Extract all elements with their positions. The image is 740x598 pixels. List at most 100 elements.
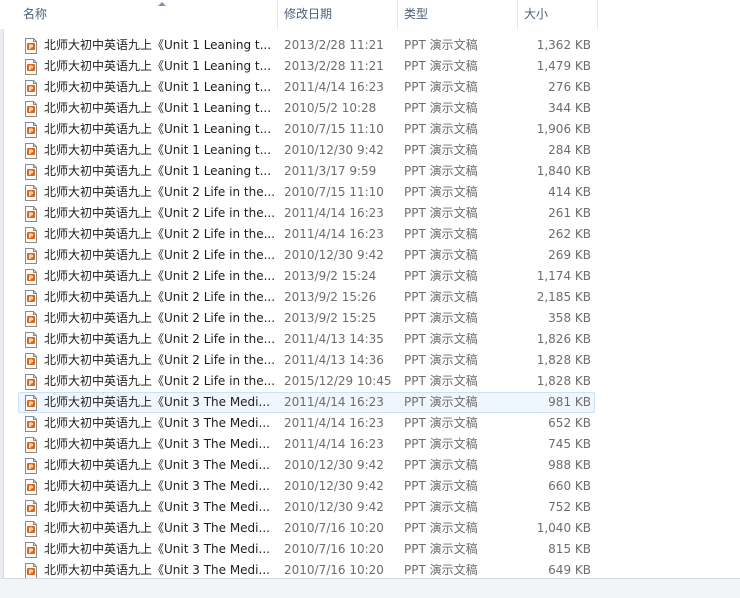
file-row[interactable]: P 北师大初中英语九上《Unit 1 Leaning t... 2010/7/15 … [18, 119, 595, 140]
svg-text:P: P [29, 65, 34, 72]
file-row[interactable]: P 北师大初中英语九上《Unit 3 The Medi... 2010/7/16 1… [18, 539, 595, 560]
file-size: 1,479 KB [536, 59, 591, 73]
file-row[interactable]: P 北师大初中英语九上《Unit 1 Leaning t... 2010/12/30… [18, 140, 595, 161]
ppt-file-icon: P [24, 164, 38, 180]
file-row[interactable]: P 北师大初中英语九上《Unit 3 The Medi... 2011/4/14 1… [18, 392, 595, 413]
file-size: 1,906 KB [536, 122, 591, 136]
file-size: 276 KB [548, 80, 591, 94]
svg-text:P: P [29, 86, 34, 93]
file-row[interactable]: P 北师大初中英语九上《Unit 3 The Medi... 2010/12/30 … [18, 497, 595, 518]
file-row[interactable]: P 北师大初中英语九上《Unit 2 Life in the... 2010/7/1… [18, 182, 595, 203]
file-name: 北师大初中英语九上《Unit 2 Life in the... [44, 311, 276, 325]
file-date-modified: 2015/12/29 10:45 [284, 374, 392, 388]
svg-text:P: P [29, 443, 34, 450]
file-type: PPT 演示文稿 [404, 185, 478, 199]
ppt-file-icon: P [24, 311, 38, 327]
svg-text:P: P [29, 254, 34, 261]
file-name: 北师大初中英语九上《Unit 3 The Medi... [44, 521, 270, 535]
file-row[interactable]: P 北师大初中英语九上《Unit 1 Leaning t... 2013/2/28 … [18, 35, 595, 56]
file-name: 北师大初中英语九上《Unit 1 Leaning t... [44, 143, 272, 157]
file-name: 北师大初中英语九上《Unit 1 Leaning t... [44, 164, 272, 178]
svg-text:P: P [29, 527, 34, 534]
file-date-modified: 2010/12/30 9:42 [284, 143, 384, 157]
file-row[interactable]: P 北师大初中英语九上《Unit 3 The Medi... 2010/12/30 … [18, 455, 595, 476]
column-header-size-label: 大小 [524, 7, 549, 21]
file-row[interactable]: P 北师大初中英语九上《Unit 2 Life in the... 2011/4/1… [18, 224, 595, 245]
file-type: PPT 演示文稿 [404, 479, 478, 493]
file-size: 261 KB [548, 206, 591, 220]
file-row[interactable]: P 北师大初中英语九上《Unit 1 Leaning t... 2011/4/14 … [18, 77, 595, 98]
file-date-modified: 2011/3/17 9:59 [284, 164, 377, 178]
ppt-file-icon: P [24, 458, 38, 474]
column-header-date-label: 修改日期 [284, 7, 333, 21]
file-name: 北师大初中英语九上《Unit 2 Life in the... [44, 353, 276, 367]
file-row[interactable]: P 北师大初中英语九上《Unit 2 Life in the... 2011/4/1… [18, 350, 595, 371]
file-name: 北师大初中英语九上《Unit 3 The Medi... [44, 479, 270, 493]
ppt-file-icon: P [24, 437, 38, 453]
column-header-size[interactable]: 大小 [518, 0, 598, 29]
file-date-modified: 2010/12/30 9:42 [284, 248, 384, 262]
file-row[interactable]: P 北师大初中英语九上《Unit 2 Life in the... 2013/9/2… [18, 308, 595, 329]
svg-text:P: P [29, 380, 34, 387]
file-row[interactable]: P 北师大初中英语九上《Unit 2 Life in the... 2011/4/1… [18, 329, 595, 350]
file-date-modified: 2013/9/2 15:24 [284, 269, 377, 283]
ppt-file-icon: P [24, 59, 38, 75]
file-date-modified: 2010/12/30 9:42 [284, 458, 384, 472]
file-size: 988 KB [548, 458, 591, 472]
file-size: 262 KB [548, 227, 591, 241]
ppt-file-icon: P [24, 38, 38, 54]
file-date-modified: 2011/4/14 16:23 [284, 80, 384, 94]
file-type: PPT 演示文稿 [404, 164, 478, 178]
file-size: 815 KB [548, 542, 591, 556]
file-row[interactable]: P 北师大初中英语九上《Unit 1 Leaning t... 2010/5/2 1… [18, 98, 595, 119]
file-date-modified: 2010/12/30 9:42 [284, 479, 384, 493]
column-header-name[interactable]: 名称 [17, 0, 278, 29]
file-size: 981 KB [548, 395, 591, 409]
ppt-file-icon: P [24, 521, 38, 537]
file-date-modified: 2010/5/2 10:28 [284, 101, 377, 115]
sort-ascending-icon [158, 2, 166, 6]
file-date-modified: 2010/7/16 10:20 [284, 521, 384, 535]
svg-text:P: P [29, 569, 34, 576]
svg-text:P: P [29, 233, 34, 240]
file-size: 414 KB [548, 185, 591, 199]
svg-text:P: P [29, 464, 34, 471]
navigation-pane-edge [0, 29, 4, 578]
column-header-type[interactable]: 类型 [398, 0, 518, 29]
svg-text:P: P [29, 296, 34, 303]
file-row[interactable]: P 北师大初中英语九上《Unit 3 The Medi... 2010/12/30 … [18, 476, 595, 497]
file-row[interactable]: P 北师大初中英语九上《Unit 3 The Medi... 2010/7/16 1… [18, 518, 595, 539]
file-size: 1,362 KB [536, 38, 591, 52]
file-row[interactable]: P 北师大初中英语九上《Unit 1 Leaning t... 2011/3/17 … [18, 161, 595, 182]
file-row[interactable]: P 北师大初中英语九上《Unit 2 Life in the... 2011/4/1… [18, 203, 595, 224]
file-size: 2,185 KB [536, 290, 591, 304]
file-size: 358 KB [548, 311, 591, 325]
ppt-file-icon: P [24, 290, 38, 306]
svg-text:P: P [29, 359, 34, 366]
file-date-modified: 2011/4/14 16:23 [284, 437, 384, 451]
column-header-date[interactable]: 修改日期 [278, 0, 398, 29]
file-row[interactable]: P 北师大初中英语九上《Unit 2 Life in the... 2010/12/… [18, 245, 595, 266]
file-type: PPT 演示文稿 [404, 227, 478, 241]
ppt-file-icon: P [24, 122, 38, 138]
file-name: 北师大初中英语九上《Unit 1 Leaning t... [44, 59, 272, 73]
svg-text:P: P [29, 128, 34, 135]
file-row[interactable]: P 北师大初中英语九上《Unit 3 The Medi... 2011/4/14 1… [18, 413, 595, 434]
file-row[interactable]: P 北师大初中英语九上《Unit 1 Leaning t... 2013/2/28 … [18, 56, 595, 77]
svg-text:P: P [29, 401, 34, 408]
file-date-modified: 2011/4/14 16:23 [284, 416, 384, 430]
svg-text:P: P [29, 44, 34, 51]
file-row[interactable]: P 北师大初中英语九上《Unit 2 Life in the... 2013/9/2… [18, 266, 595, 287]
file-row[interactable]: P 北师大初中英语九上《Unit 2 Life in the... 2015/12/… [18, 371, 595, 392]
file-type: PPT 演示文稿 [404, 395, 478, 409]
file-row[interactable]: P 北师大初中英语九上《Unit 2 Life in the... 2013/9/2… [18, 287, 595, 308]
file-date-modified: 2013/2/28 11:21 [284, 59, 384, 73]
file-row[interactable]: P 北师大初中英语九上《Unit 3 The Medi... 2011/4/14 1… [18, 434, 595, 455]
file-name: 北师大初中英语九上《Unit 2 Life in the... [44, 290, 276, 304]
file-size: 1,174 KB [536, 269, 591, 283]
column-header-name-label: 名称 [23, 7, 48, 21]
file-type: PPT 演示文稿 [404, 122, 478, 136]
file-size: 745 KB [548, 437, 591, 451]
file-name: 北师大初中英语九上《Unit 1 Leaning t... [44, 101, 272, 115]
file-name: 北师大初中英语九上《Unit 3 The Medi... [44, 542, 270, 556]
